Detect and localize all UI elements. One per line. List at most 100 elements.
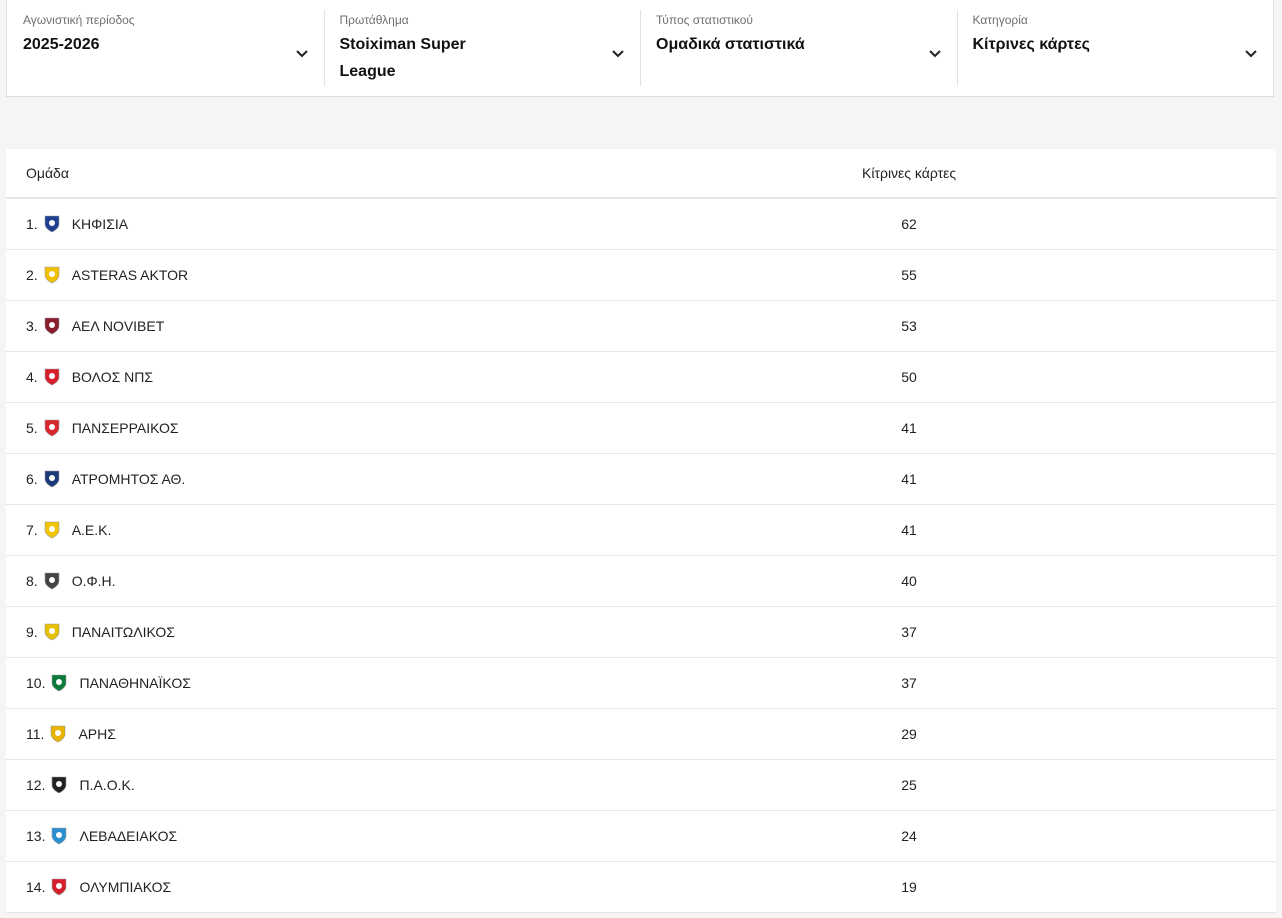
- rank: 5.: [26, 420, 38, 436]
- yellow-cards-cell: 24: [860, 828, 1276, 844]
- yellow-cards-cell: 41: [860, 471, 1276, 487]
- yellow-cards-value: 62: [901, 216, 917, 232]
- panaitolikos-logo: [44, 623, 59, 641]
- team-name[interactable]: ΑΕΛ NOVIBET: [72, 318, 860, 334]
- league-label: Πρωτάθλημα: [339, 13, 409, 27]
- rank: 4.: [26, 369, 38, 385]
- rank: 2.: [26, 267, 38, 283]
- rank: 10.: [26, 675, 46, 691]
- yellow-cards-cell: 53: [860, 318, 1276, 334]
- season-value: 2025-2026: [23, 36, 100, 53]
- ofi-logo: [44, 572, 59, 590]
- atromitos-logo: [44, 470, 59, 488]
- yellow-cards-cell: 41: [860, 420, 1276, 436]
- team-name[interactable]: ΑΡΗΣ: [78, 726, 860, 742]
- ael-logo: [44, 317, 59, 335]
- yellow-cards-column-header[interactable]: Κίτρινες κάρτες: [862, 165, 1276, 181]
- table-row[interactable]: 2. ASTERAS AKTOR 55: [6, 250, 1276, 301]
- yellow-cards-value: 29: [901, 726, 917, 742]
- league-dropdown[interactable]: Πρωτάθλημα Stoiximan Super League: [323, 0, 641, 96]
- rank: 7.: [26, 522, 38, 538]
- team-name[interactable]: ΑΤΡΟΜΗΤΟΣ ΑΘ.: [72, 471, 860, 487]
- volos-logo: [44, 368, 59, 386]
- team-name[interactable]: Π.Α.Ο.Κ.: [79, 777, 860, 793]
- yellow-cards-value: 53: [901, 318, 917, 334]
- yellow-cards-cell: 41: [860, 522, 1276, 538]
- team-column-header[interactable]: Ομάδα: [6, 165, 862, 181]
- rank: 9.: [26, 624, 38, 640]
- yellow-cards-cell: 29: [860, 726, 1276, 742]
- stat-type-dropdown[interactable]: Τύπος στατιστικού Ομαδικά στατιστικά: [640, 0, 957, 96]
- filters-bar: Αγωνιστική περίοδος 2025-2026 Πρωτάθλημα…: [6, 0, 1274, 97]
- table-row[interactable]: 9. ΠΑΝΑΙΤΩΛΙΚΟΣ 37: [6, 607, 1276, 658]
- rank: 14.: [26, 879, 46, 895]
- table-row[interactable]: 11. ΑΡΗΣ 29: [6, 709, 1276, 760]
- levadiakos-logo: [52, 827, 67, 845]
- team-name[interactable]: ΟΛΥΜΠΙΑΚΟΣ: [79, 879, 860, 895]
- chevron-down-icon[interactable]: [610, 45, 626, 61]
- asteras-logo: [44, 266, 59, 284]
- table-row[interactable]: 8. Ο.Φ.Η. 40: [6, 556, 1276, 607]
- table-row[interactable]: 5. ΠΑΝΣΕΡΡΑΙΚΟΣ 41: [6, 403, 1276, 454]
- team-name[interactable]: ΚΗΦΙΣΙΑ: [72, 216, 860, 232]
- team-name[interactable]: ΠΑΝΑΘΗΝΑΪΚΟΣ: [79, 675, 860, 691]
- rank: 8.: [26, 573, 38, 589]
- rank: 3.: [26, 318, 38, 334]
- olympiakos-logo: [52, 878, 67, 896]
- table-row[interactable]: 3. ΑΕΛ NOVIBET 53: [6, 301, 1276, 352]
- team-name[interactable]: ΠΑΝΣΕΡΡΑΙΚΟΣ: [72, 420, 860, 436]
- paok-logo: [52, 776, 67, 794]
- season-dropdown[interactable]: Αγωνιστική περίοδος 2025-2026: [7, 0, 324, 96]
- yellow-cards-value: 37: [901, 624, 917, 640]
- chevron-down-icon[interactable]: [927, 45, 943, 61]
- table-row[interactable]: 1. ΚΗΦΙΣΙΑ 62: [6, 199, 1276, 250]
- table-body: 1. ΚΗΦΙΣΙΑ 62 2. ASTERAS AKTOR 55 3. ΑΕΛ NOVIBE…: [6, 199, 1276, 913]
- stat-type-value: Ομαδικά στατιστικά: [656, 36, 805, 53]
- table-header: Ομάδα Κίτρινες κάρτες: [6, 149, 1276, 199]
- table-row[interactable]: 14. ΟΛΥΜΠΙΑΚΟΣ 19: [6, 862, 1276, 913]
- yellow-cards-cell: 19: [860, 879, 1276, 895]
- yellow-cards-value: 41: [901, 471, 917, 487]
- team-name[interactable]: Ο.Φ.Η.: [72, 573, 860, 589]
- rank: 13.: [26, 828, 46, 844]
- rank: 6.: [26, 471, 38, 487]
- team-name[interactable]: ΒΟΛΟΣ ΝΠΣ: [72, 369, 860, 385]
- table-row[interactable]: 13. ΛΕΒΑΔΕΙΑΚΟΣ 24: [6, 811, 1276, 862]
- yellow-cards-cell: 50: [860, 369, 1276, 385]
- table-row[interactable]: 10. ΠΑΝΑΘΗΝΑΪΚΟΣ 37: [6, 658, 1276, 709]
- category-label: Κατηγορία: [972, 13, 1028, 27]
- category-value: Κίτρινες κάρτες: [972, 36, 1090, 53]
- panathinaikos-logo: [52, 674, 67, 692]
- yellow-cards-value: 55: [901, 267, 917, 283]
- yellow-cards-cell: 55: [860, 267, 1276, 283]
- table-row[interactable]: 12. Π.Α.Ο.Κ. 25: [6, 760, 1276, 811]
- category-dropdown[interactable]: Κατηγορία Κίτρινες κάρτες: [956, 0, 1274, 96]
- team-name[interactable]: ASTERAS AKTOR: [72, 267, 860, 283]
- yellow-cards-cell: 37: [860, 675, 1276, 691]
- table-row[interactable]: 7. Α.Ε.Κ. 41: [6, 505, 1276, 556]
- rank: 11.: [26, 726, 45, 742]
- aris-logo: [51, 725, 66, 743]
- league-value: Stoiximan Super League: [339, 36, 466, 80]
- yellow-cards-value: 40: [901, 573, 917, 589]
- table-row[interactable]: 6. ΑΤΡΟΜΗΤΟΣ ΑΘ. 41: [6, 454, 1276, 505]
- yellow-cards-cell: 62: [860, 216, 1276, 232]
- rank: 1.: [26, 216, 38, 232]
- chevron-down-icon[interactable]: [1243, 45, 1259, 61]
- yellow-cards-value: 19: [901, 879, 917, 895]
- yellow-cards-value: 24: [901, 828, 917, 844]
- stat-type-label: Τύπος στατιστικού: [656, 13, 753, 27]
- yellow-cards-value: 37: [901, 675, 917, 691]
- kifisia-logo: [44, 215, 59, 233]
- table-row[interactable]: 4. ΒΟΛΟΣ ΝΠΣ 50: [6, 352, 1276, 403]
- rank: 12.: [26, 777, 46, 793]
- chevron-down-icon[interactable]: [294, 45, 310, 61]
- team-name[interactable]: Α.Ε.Κ.: [72, 522, 860, 538]
- aek-logo: [44, 521, 59, 539]
- yellow-cards-cell: 25: [860, 777, 1276, 793]
- yellow-cards-value: 41: [901, 522, 917, 538]
- panserraikos-logo: [44, 419, 59, 437]
- yellow-cards-value: 50: [901, 369, 917, 385]
- team-name[interactable]: ΠΑΝΑΙΤΩΛΙΚΟΣ: [72, 624, 860, 640]
- team-name[interactable]: ΛΕΒΑΔΕΙΑΚΟΣ: [79, 828, 860, 844]
